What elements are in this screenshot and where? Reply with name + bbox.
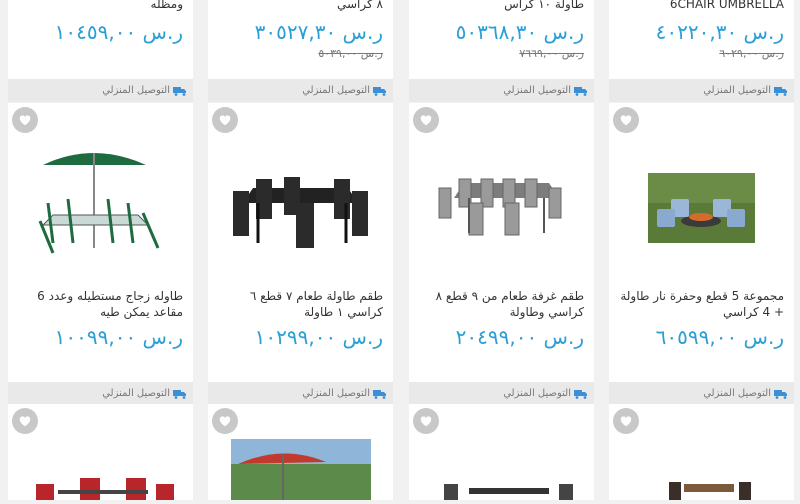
delivery-label: التوصيل المنزلي (302, 388, 370, 399)
truck-icon (373, 86, 386, 96)
product-old-price: ر.س ٧٦٦٩,٠٠ (519, 47, 584, 60)
truck-icon (774, 389, 787, 399)
product-image[interactable] (208, 103, 393, 288)
product-price: ر.س ٣٠٥٢٧,٣٠ (254, 20, 383, 44)
heart-icon (620, 115, 632, 126)
delivery-label: التوصيل المنزلي (102, 388, 170, 399)
product-card-r3c3[interactable] (208, 404, 393, 500)
product-price: ر.س ٤٠٢٢٠,٣٠ (655, 20, 784, 44)
product-image[interactable] (409, 103, 594, 288)
heart-icon (19, 115, 31, 126)
product-grid: 6CHAIR UMBRELLA ر.س ٤٠٢٢٠,٣٠ ر.س ٦٠٢٩,٠٠… (0, 0, 800, 500)
heart-icon (420, 416, 432, 427)
product-title: ٨ كراسي (337, 0, 383, 11)
product-price: ر.س ٦٠٥٩٩,٠٠ (655, 325, 784, 349)
product-title: طقم طاولة طعام ٧ قطع ٦ كراسي ١ طاولة (249, 289, 383, 319)
truck-icon (774, 86, 787, 96)
product-card-umbrella-set[interactable]: طاوله زجاج مستطيله وعدد 6 مقاعد يمكن طيه… (8, 103, 193, 405)
product-card-r1c4[interactable]: ومظله ر.س ١٠٤٥٩,٠٠ التوصيل المنزلي (8, 0, 193, 102)
home-delivery-tag: التوصيل المنزلي (8, 79, 193, 102)
product-price: ر.س ٢٠٤٩٩,٠٠ (455, 325, 584, 349)
home-delivery-tag: التوصيل المنزلي (409, 79, 594, 102)
home-delivery-tag: التوصيل المنزلي (208, 79, 393, 102)
heart-icon (219, 115, 231, 126)
product-card-7pc-dining[interactable]: طقم طاولة طعام ٧ قطع ٦ كراسي ١ طاولة ر.س… (208, 103, 393, 405)
home-delivery-tag: التوصيل المنزلي (8, 382, 193, 405)
product-title: مجموعة 5 قطع وحفرة نار طاولة + 4 كراسي (620, 289, 784, 319)
product-image[interactable] (609, 103, 794, 288)
delivery-label: التوصيل المنزلي (102, 85, 170, 96)
product-card-r3c4[interactable] (8, 404, 193, 500)
product-title: طقم غرفة طعام من ٩ قطع ٨ كراسي وطاولة (435, 289, 584, 319)
delivery-label: التوصيل المنزلي (503, 85, 571, 96)
product-old-price: ر.س ٦٠٢٩,٠٠ (719, 47, 784, 60)
delivery-label: التوصيل المنزلي (703, 388, 771, 399)
home-delivery-tag: التوصيل المنزلي (609, 79, 794, 102)
truck-icon (173, 86, 186, 96)
heart-icon (620, 416, 632, 427)
product-title: طاولة ١٠ كراس (504, 0, 584, 11)
delivery-label: التوصيل المنزلي (302, 85, 370, 96)
favorite-button[interactable] (12, 408, 38, 434)
product-title: طاوله زجاج مستطيله وعدد 6 مقاعد يمكن طيه (37, 289, 183, 319)
product-card-r3c2[interactable] (409, 404, 594, 500)
heart-icon (19, 416, 31, 427)
product-price: ر.س ١٠٢٩٩,٠٠ (254, 325, 383, 349)
favorite-button[interactable] (613, 107, 639, 133)
product-card-r1c2[interactable]: طاولة ١٠ كراس ر.س ٥٠٣٦٨,٣٠ ر.س ٧٦٦٩,٠٠ ا… (409, 0, 594, 102)
product-price: ر.س ١٠٠٩٩,٠٠ (54, 325, 183, 349)
product-title: ومظله (150, 0, 183, 11)
product-card-r1c3[interactable]: ٨ كراسي ر.س ٣٠٥٢٧,٣٠ ر.س ٥٠٣٩,٠٠ التوصيل… (208, 0, 393, 102)
delivery-label: التوصيل المنزلي (503, 388, 571, 399)
delivery-label: التوصيل المنزلي (703, 85, 771, 96)
truck-icon (373, 389, 386, 399)
favorite-button[interactable] (613, 408, 639, 434)
product-image[interactable] (8, 103, 193, 288)
product-price: ر.س ١٠٤٥٩,٠٠ (54, 20, 183, 44)
favorite-button[interactable] (413, 408, 439, 434)
product-card-r3c1[interactable] (609, 404, 794, 500)
home-delivery-tag: التوصيل المنزلي (208, 382, 393, 405)
product-card-fire-pit-set[interactable]: مجموعة 5 قطع وحفرة نار طاولة + 4 كراسي ر… (609, 103, 794, 405)
truck-icon (574, 389, 587, 399)
favorite-button[interactable] (413, 107, 439, 133)
product-old-price: ر.س ٥٠٣٩,٠٠ (318, 47, 383, 60)
home-delivery-tag: التوصيل المنزلي (409, 382, 594, 405)
truck-icon (173, 389, 186, 399)
product-price: ر.س ٥٠٣٦٨,٣٠ (455, 20, 584, 44)
product-title: 6CHAIR UMBRELLA (669, 0, 784, 11)
heart-icon (420, 115, 432, 126)
favorite-button[interactable] (212, 107, 238, 133)
favorite-button[interactable] (12, 107, 38, 133)
product-card-9pc-dining[interactable]: طقم غرفة طعام من ٩ قطع ٨ كراسي وطاولة ر.… (409, 103, 594, 405)
favorite-button[interactable] (212, 408, 238, 434)
product-card-r1c1[interactable]: 6CHAIR UMBRELLA ر.س ٤٠٢٢٠,٣٠ ر.س ٦٠٢٩,٠٠… (609, 0, 794, 102)
home-delivery-tag: التوصيل المنزلي (609, 382, 794, 405)
truck-icon (574, 86, 587, 96)
heart-icon (219, 416, 231, 427)
